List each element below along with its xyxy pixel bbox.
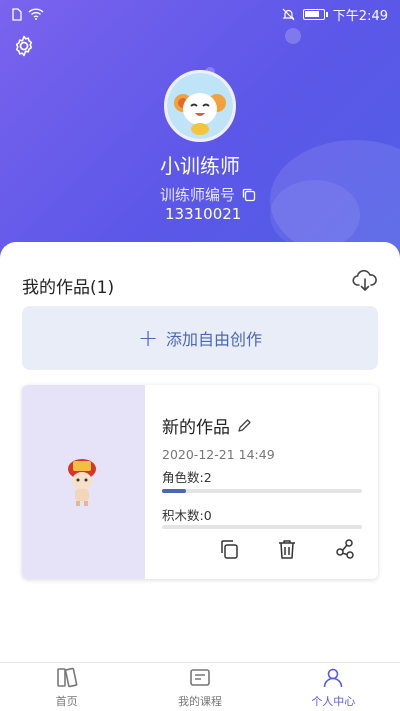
avatar[interactable] [164, 70, 236, 142]
work-name-text: 新的作品 [162, 418, 230, 438]
wifi-icon [28, 8, 44, 20]
copy-icon[interactable] [218, 538, 240, 560]
decor-cloud-small [270, 180, 360, 250]
tab-my-courses-label: 我的课程 [177, 695, 222, 708]
role-progress-fill [162, 489, 186, 493]
trash-icon[interactable] [276, 538, 298, 560]
role-progress-bar [162, 489, 362, 493]
character-thumbnail-image [68, 459, 96, 506]
block-progress-bar [162, 525, 362, 529]
bottom-tab-bar: 首页 我的课程 个人中心 [0, 662, 400, 711]
plus-icon: + [137, 324, 159, 352]
tab-profile[interactable]: 个人中心 [267, 663, 400, 711]
sim-icon [12, 7, 22, 21]
works-title: 我的作品(1) [22, 278, 115, 298]
block-count: 积木数:0 [162, 508, 212, 523]
role-count: 角色数:2 [162, 470, 212, 485]
battery-icon [302, 8, 328, 20]
work-actions [218, 538, 356, 560]
mute-bell-icon [282, 8, 295, 20]
work-date: 2020-12-21 14:49 [162, 447, 275, 462]
work-name: 新的作品 [162, 413, 252, 438]
trainer-id-label-text: 训练师编号 [160, 186, 236, 204]
profile-icon [324, 668, 343, 688]
copy-icon[interactable] [241, 187, 257, 203]
trainer-id-value: 13310021 [165, 205, 242, 223]
tab-profile-label: 个人中心 [311, 695, 356, 708]
work-thumbnail[interactable] [22, 385, 145, 579]
book-icon [56, 667, 78, 688]
gear-icon[interactable] [12, 34, 36, 58]
tab-my-courses[interactable]: 我的课程 [133, 663, 266, 711]
work-card[interactable]: 新的作品 2020-12-21 14:49 角色数:2 积木数:0 [22, 385, 378, 579]
mascot-avatar-image [167, 73, 233, 139]
trainer-id-label: 训练师编号 [160, 184, 257, 205]
course-icon [190, 669, 210, 686]
add-free-creation-label: 添加自由创作 [166, 330, 263, 349]
user-name: 小训练师 [160, 154, 240, 178]
status-time: 下午2:49 [332, 8, 388, 24]
decor-dot [285, 28, 301, 44]
tab-home[interactable]: 首页 [0, 663, 133, 711]
cloud-download-icon[interactable] [352, 270, 378, 292]
pencil-icon[interactable] [236, 418, 252, 434]
share-icon[interactable] [334, 538, 356, 560]
add-free-creation-button[interactable]: + 添加自由创作 [22, 306, 378, 370]
status-bar: 下午2:49 [0, 0, 400, 28]
tab-home-label: 首页 [55, 695, 78, 708]
